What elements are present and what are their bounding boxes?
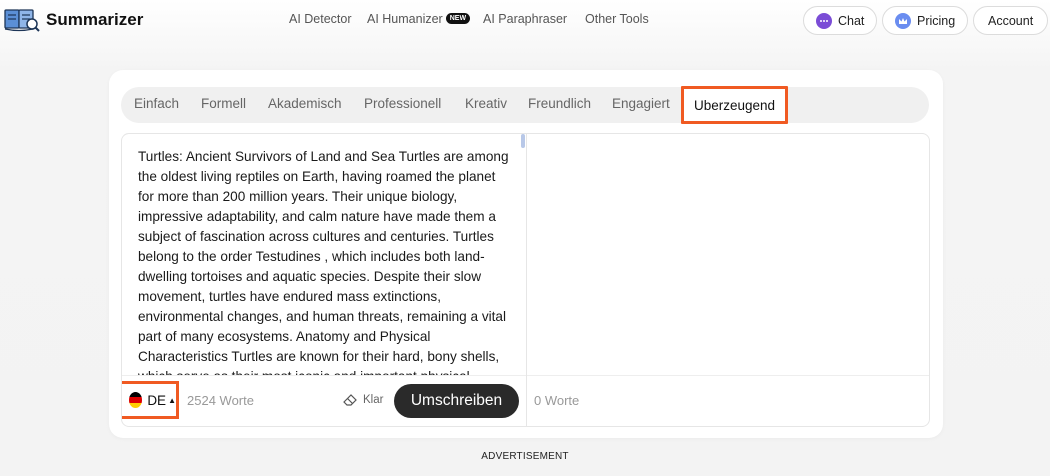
rewriter-card: Einfach Formell Akademisch Professionell… xyxy=(109,70,943,438)
advertisement-label: ADVERTISEMENT xyxy=(481,451,569,462)
book-logo-icon xyxy=(4,7,40,33)
chat-label: Chat xyxy=(838,13,865,28)
new-badge: NEW xyxy=(445,13,471,25)
input-scrollbar[interactable] xyxy=(521,134,525,148)
account-label: Account xyxy=(988,13,1034,28)
language-selector[interactable]: DE ▲ xyxy=(122,381,179,419)
nav-ai-humanizer[interactable]: AI Humanizer NEW xyxy=(367,12,471,26)
account-button[interactable]: Account xyxy=(973,6,1049,35)
language-code: DE xyxy=(147,392,167,408)
tab-kreativ[interactable]: Kreativ xyxy=(465,96,507,111)
rewrite-button[interactable]: Umschreiben xyxy=(394,384,519,418)
nav-ai-paraphraser[interactable]: AI Paraphraser xyxy=(483,12,567,26)
german-flag-icon xyxy=(129,392,143,408)
nav-ai-detector[interactable]: AI Detector xyxy=(289,12,352,26)
caret-down-icon: ▲ xyxy=(168,395,176,405)
crown-icon xyxy=(895,12,911,29)
clarity-label: Klar xyxy=(363,393,384,406)
tone-tabs: Einfach Formell Akademisch Professionell… xyxy=(121,86,929,124)
top-header: Summarizer AI Detector AI Humanizer NEW A… xyxy=(0,0,1050,42)
chat-button[interactable]: Chat xyxy=(803,6,878,35)
tab-formell[interactable]: Formell xyxy=(201,96,246,111)
tab-engagiert[interactable]: Engagiert xyxy=(612,96,670,111)
input-textarea[interactable]: Turtles: Ancient Survivors of Land and S… xyxy=(138,147,512,375)
chat-bubble-icon xyxy=(816,12,832,29)
editor-panels: Turtles: Ancient Survivors of Land and S… xyxy=(121,133,930,427)
tab-akademisch[interactable]: Akademisch xyxy=(268,96,342,111)
output-footer: 0 Worte xyxy=(527,375,929,426)
nav-other-tools[interactable]: Other Tools xyxy=(585,12,649,26)
pricing-label: Pricing xyxy=(917,13,956,28)
clarity-option[interactable]: Klar xyxy=(342,392,383,407)
output-word-count: 0 Worte xyxy=(534,393,580,408)
tab-freundlich[interactable]: Freundlich xyxy=(528,96,591,111)
nav-ai-humanizer-label: AI Humanizer xyxy=(367,12,443,26)
input-footer: DE ▲ 2524 Worte Klar Umschreiben xyxy=(122,375,526,426)
input-word-count: 2524 Worte xyxy=(187,393,254,408)
tab-einfach[interactable]: Einfach xyxy=(134,96,179,111)
tab-professionell[interactable]: Professionell xyxy=(364,96,441,111)
tab-uberzeugend[interactable]: Uberzeugend xyxy=(681,86,789,124)
pricing-button[interactable]: Pricing xyxy=(882,6,969,35)
app-logo[interactable]: Summarizer xyxy=(4,7,143,33)
app-title: Summarizer xyxy=(46,10,144,29)
eraser-icon xyxy=(343,394,357,406)
